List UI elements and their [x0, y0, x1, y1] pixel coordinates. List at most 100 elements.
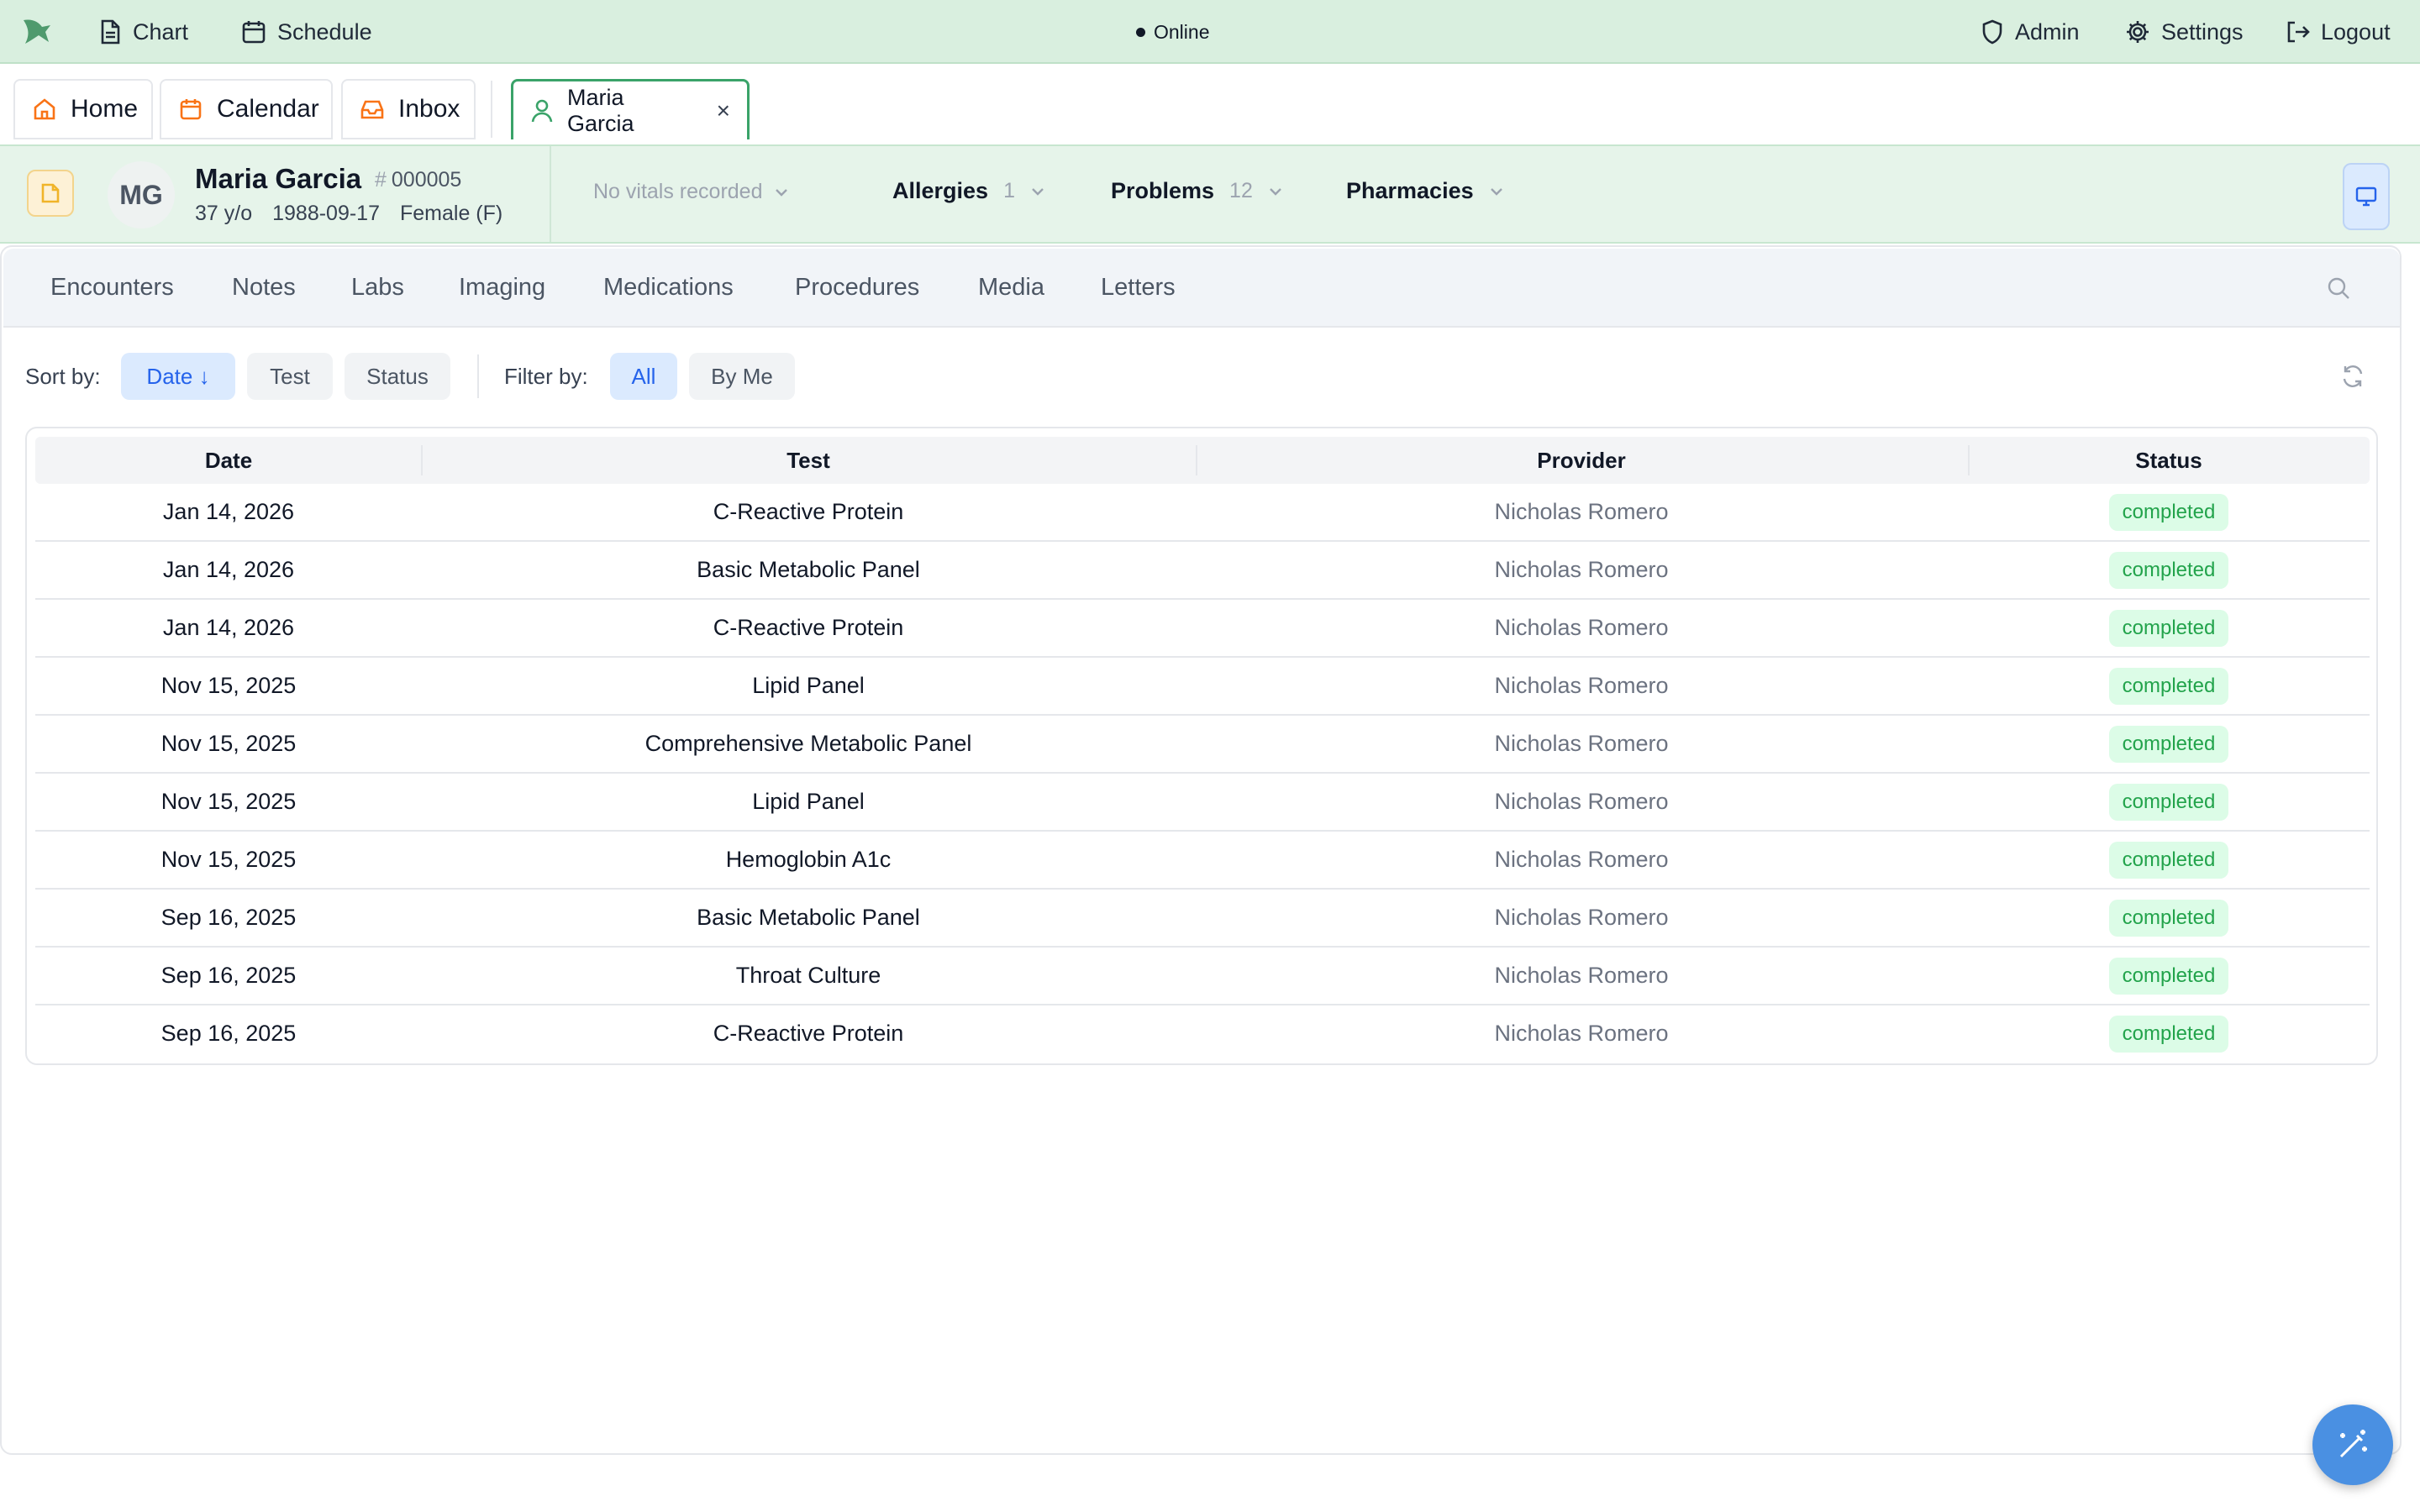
table-row[interactable]: Jan 14, 2026 C-Reactive Protein Nicholas…: [35, 484, 2370, 542]
sticky-note-button[interactable]: [27, 170, 74, 217]
provider-cell: Nicholas Romero: [1494, 847, 1669, 872]
status-badge: completed: [2108, 667, 2229, 705]
tab-media[interactable]: Media: [978, 249, 1044, 326]
allergies-dropdown[interactable]: Allergies 1: [892, 178, 1045, 204]
column-header-test[interactable]: Test: [422, 437, 1195, 484]
sort-test-button[interactable]: Test: [247, 353, 333, 400]
admin-label: Admin: [2015, 18, 2080, 45]
test-cell: Lipid Panel: [752, 673, 865, 698]
filter-by-me-button[interactable]: By Me: [689, 353, 795, 400]
date-cell: Jan 14, 2026: [162, 557, 295, 582]
logout-label: Logout: [2321, 18, 2391, 45]
tab-notes[interactable]: Notes: [232, 249, 296, 326]
status-badge: completed: [2108, 841, 2229, 879]
tab-calendar[interactable]: Calendar: [160, 79, 333, 139]
table-row[interactable]: Sep 16, 2025 Basic Metabolic Panel Nicho…: [35, 890, 2370, 948]
tab-home[interactable]: Home: [13, 79, 153, 139]
problems-dropdown[interactable]: Problems 12: [1111, 178, 1283, 204]
date-cell: Nov 15, 2025: [160, 731, 297, 756]
app-logo[interactable]: [20, 17, 54, 47]
logout-button[interactable]: Logout: [2284, 0, 2391, 64]
patient-demographics: 37 y/o 1988-09-17 Female (F): [195, 202, 502, 226]
tab-inbox[interactable]: Inbox: [341, 79, 476, 139]
status-cell: completed: [1968, 600, 2370, 656]
table-row[interactable]: Nov 15, 2025 Comprehensive Metabolic Pan…: [35, 716, 2370, 774]
table-row[interactable]: Jan 14, 2026 C-Reactive Protein Nicholas…: [35, 600, 2370, 658]
table-row[interactable]: Nov 15, 2025 Lipid Panel Nicholas Romero…: [35, 658, 2370, 716]
table-row[interactable]: Jan 14, 2026 Basic Metabolic Panel Nicho…: [35, 542, 2370, 600]
table-row[interactable]: Sep 16, 2025 Throat Culture Nicholas Rom…: [35, 948, 2370, 1005]
tab-patient-maria-garcia[interactable]: Maria Garcia ×: [511, 79, 750, 139]
table-header: Date Test Provider Status: [35, 437, 2370, 484]
logout-icon: [2284, 18, 2311, 45]
filter-all-button[interactable]: All: [610, 353, 677, 400]
status-badge: completed: [2108, 493, 2229, 531]
status-cell: completed: [1968, 484, 2370, 540]
test-cell: Hemoglobin A1c: [725, 847, 892, 872]
tab-medications[interactable]: Medications: [603, 249, 734, 326]
provider-cell: Nicholas Romero: [1494, 963, 1669, 988]
vitals-label: No vitals recorded: [593, 180, 763, 203]
tab-imaging[interactable]: Imaging: [459, 249, 545, 326]
test-cell: Throat Culture: [735, 963, 881, 988]
tab-letters[interactable]: Letters: [1101, 249, 1176, 326]
date-cell: Nov 15, 2025: [160, 847, 297, 872]
note-icon: [39, 181, 62, 205]
tab-procedures[interactable]: Procedures: [795, 249, 919, 326]
gear-icon: [2124, 18, 2151, 45]
column-header-date[interactable]: Date: [35, 437, 422, 484]
document-icon: [97, 18, 123, 45]
chart-nav-button[interactable]: Chart: [97, 0, 188, 64]
tab-home-label: Home: [71, 95, 139, 123]
provider-cell: Nicholas Romero: [1494, 789, 1669, 814]
monitor-toggle-button[interactable]: [2343, 163, 2390, 230]
provider-cell: Nicholas Romero: [1494, 499, 1669, 524]
patient-age: 37 y/o: [195, 202, 253, 225]
test-cell: C-Reactive Protein: [713, 499, 904, 524]
status-cell: completed: [1968, 716, 2370, 772]
tab-labs[interactable]: Labs: [351, 249, 404, 326]
status-badge: completed: [2108, 957, 2229, 995]
status-badge: completed: [2108, 783, 2229, 821]
tab-inbox-label: Inbox: [398, 95, 460, 123]
avatar: MG: [108, 161, 175, 228]
test-cell: Comprehensive Metabolic Panel: [644, 731, 972, 756]
status-badge: completed: [2108, 609, 2229, 647]
vitals-dropdown[interactable]: No vitals recorded: [593, 180, 789, 204]
search-icon[interactable]: [2326, 276, 2351, 301]
connection-status: Online: [1136, 0, 1209, 64]
column-header-status[interactable]: Status: [1968, 437, 2370, 484]
status-cell: completed: [1968, 774, 2370, 830]
table-row[interactable]: Sep 16, 2025 C-Reactive Protein Nicholas…: [35, 1005, 2370, 1063]
table-row[interactable]: Nov 15, 2025 Hemoglobin A1c Nicholas Rom…: [35, 832, 2370, 890]
inbox-icon: [360, 97, 385, 122]
provider-cell: Nicholas Romero: [1494, 557, 1669, 582]
connection-status-label: Online: [1154, 20, 1210, 43]
patient-banner: MG Maria Garcia #000005 37 y/o 1988-09-1…: [0, 144, 2420, 244]
schedule-nav-label: Schedule: [277, 18, 372, 45]
patient-dob: 1988-09-17: [272, 202, 380, 225]
user-icon: [530, 98, 554, 123]
table-row[interactable]: Nov 15, 2025 Lipid Panel Nicholas Romero…: [35, 774, 2370, 832]
settings-button[interactable]: Settings: [2124, 0, 2244, 64]
status-cell: completed: [1968, 1005, 2370, 1062]
home-icon: [32, 97, 57, 122]
close-tab-icon[interactable]: ×: [717, 97, 730, 124]
ai-assistant-button[interactable]: [2312, 1404, 2393, 1485]
test-cell: C-Reactive Protein: [713, 615, 904, 640]
date-cell: Jan 14, 2026: [162, 615, 295, 640]
admin-button[interactable]: Admin: [1980, 0, 2080, 64]
schedule-nav-button[interactable]: Schedule: [240, 0, 372, 64]
date-cell: Sep 16, 2025: [160, 905, 297, 930]
sort-date-button[interactable]: Date ↓: [121, 353, 235, 400]
sort-status-button[interactable]: Status: [345, 353, 450, 400]
column-header-provider[interactable]: Provider: [1195, 437, 1968, 484]
tab-encounters[interactable]: Encounters: [50, 249, 174, 326]
workspace-tabs: Home Calendar Inbox Maria Garcia ×: [0, 64, 2420, 144]
pharmacies-dropdown[interactable]: Pharmacies: [1346, 178, 1504, 204]
allergies-count: 1: [1003, 179, 1015, 202]
provider-cell: Nicholas Romero: [1494, 615, 1669, 640]
tabs-divider: [491, 81, 492, 138]
status-badge: completed: [2108, 551, 2229, 589]
refresh-icon[interactable]: [2339, 363, 2366, 390]
